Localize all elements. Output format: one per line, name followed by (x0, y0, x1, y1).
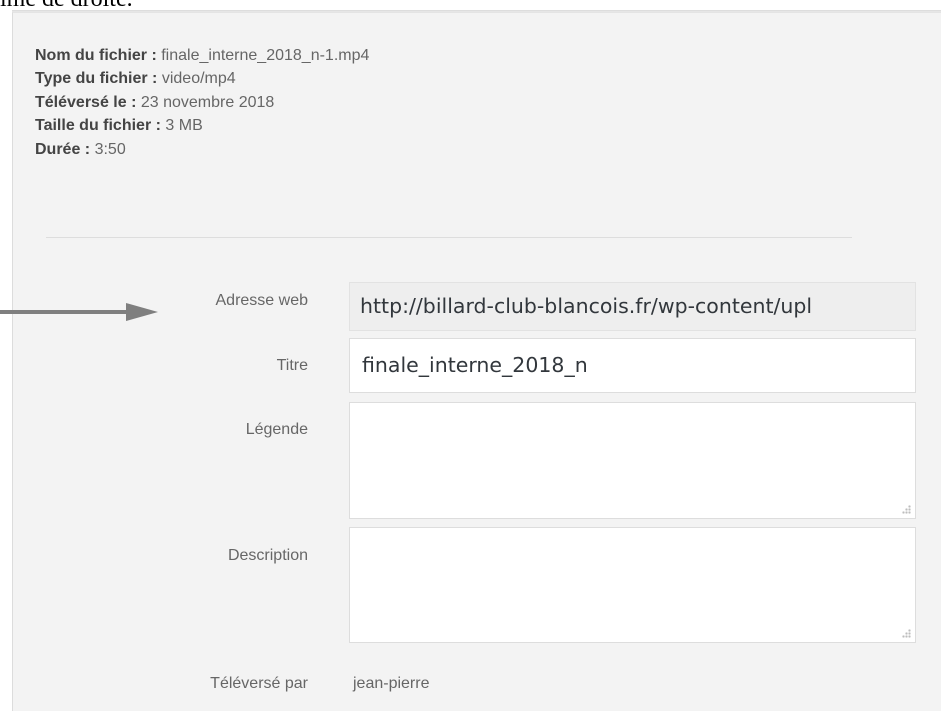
uploaded-on-value: 23 novembre 2018 (140, 93, 275, 111)
file-type-label: Type du fichier : (35, 70, 158, 88)
uploaded-by-label: Téléversé par (210, 675, 308, 692)
url-field[interactable]: http://billard-club-blancois.fr/wp-conte… (349, 282, 916, 331)
file-size-row: Taille du fichier : 3 MB (35, 114, 369, 137)
file-name-label: Nom du fichier : (35, 47, 157, 64)
uploaded-on-row: Téléversé le : 23 novembre 2018 (35, 91, 369, 114)
file-size-value: 3 MB (165, 117, 203, 135)
caption-label: Légende (245, 421, 308, 438)
file-name-row: Nom du fichier : finale_interne_2018_n-1… (35, 44, 369, 67)
file-name-value: finale_interne_2018_n-1.mp4 (161, 47, 370, 64)
title-label: Titre (276, 357, 308, 374)
resize-grip-icon[interactable] (902, 629, 911, 638)
uploaded-by-value: jean-pierre (353, 675, 430, 692)
file-size-label: Taille du fichier : (35, 117, 161, 135)
url-label: Adresse web (215, 292, 309, 309)
file-type-value: video/mp4 (161, 70, 236, 88)
uploaded-on-label: Téléversé le : (35, 93, 137, 111)
duration-label: Durée : (35, 140, 91, 158)
resize-grip-icon[interactable] (902, 505, 911, 514)
caption-textarea[interactable] (349, 402, 916, 519)
file-type-row: Type du fichier : video/mp4 (35, 67, 369, 90)
title-field[interactable]: finale_interne_2018_n (349, 338, 916, 393)
description-label: Description (227, 547, 308, 564)
duration-value: 3:50 (94, 140, 126, 158)
details-separator (46, 237, 852, 238)
description-textarea[interactable] (349, 527, 916, 643)
file-details: Nom du fichier : finale_interne_2018_n-1… (35, 44, 369, 161)
duration-row: Durée : 3:50 (35, 138, 369, 161)
